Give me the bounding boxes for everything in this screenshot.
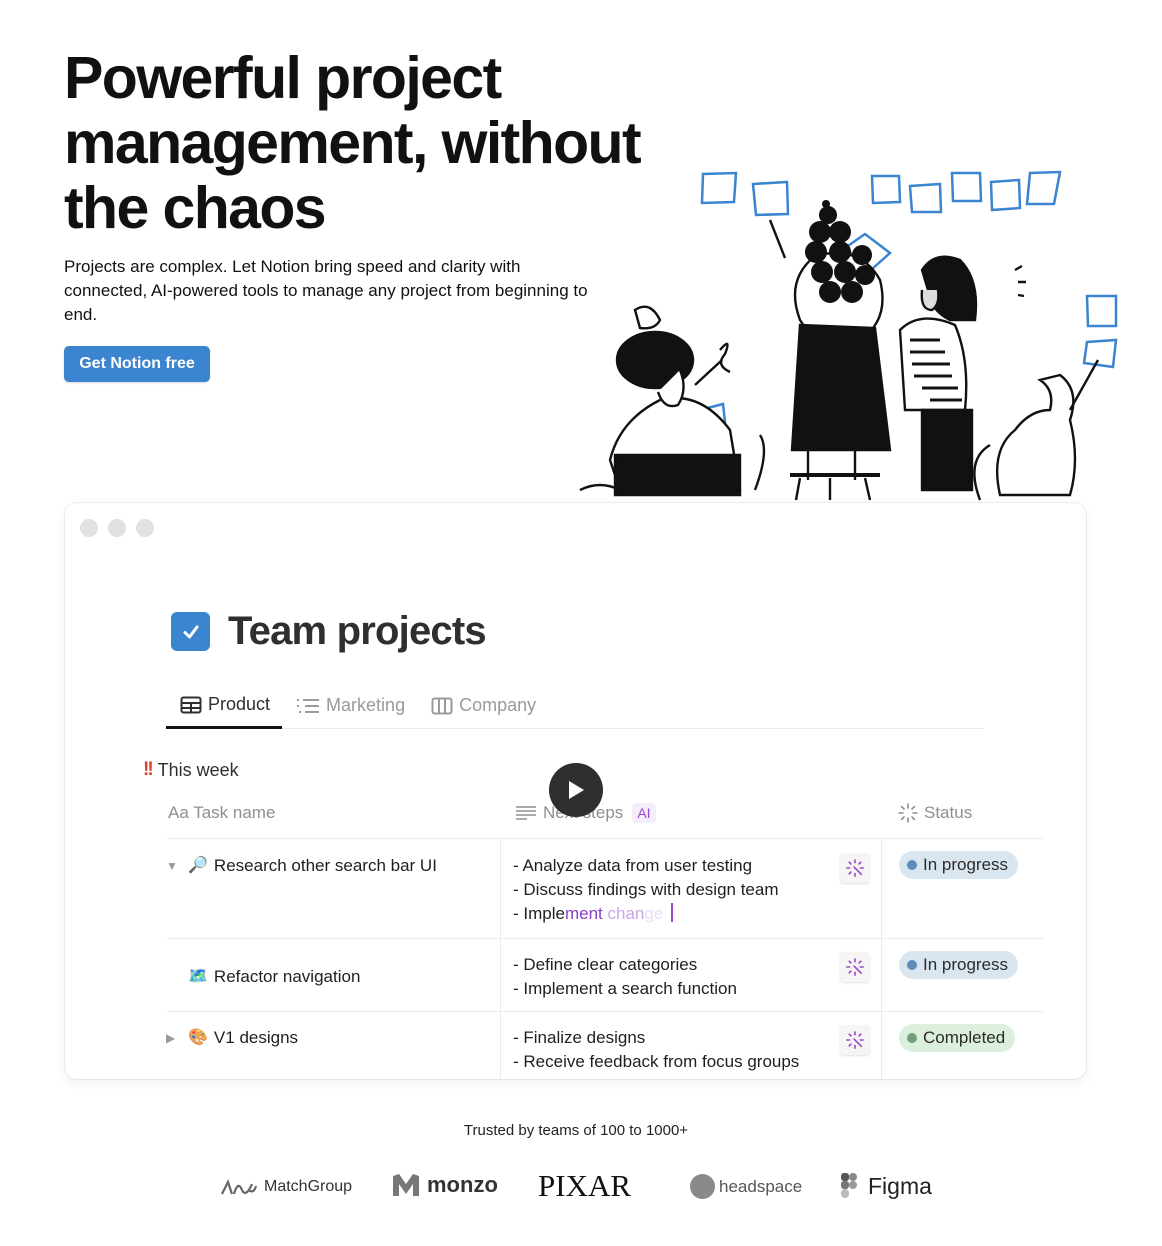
status-badge[interactable]: In progress <box>899 951 1019 979</box>
step-item: - Define clear categories <box>513 955 698 974</box>
next-steps-cell[interactable]: - Finalize designs - Receive feedback fr… <box>513 1026 799 1074</box>
play-video-button[interactable] <box>549 763 603 817</box>
step-item: - Receive feedback from focus groups <box>513 1052 800 1071</box>
ai-generate-button[interactable] <box>840 952 870 982</box>
divider <box>881 839 882 1079</box>
toggle-closed-icon[interactable]: ▶ <box>166 1026 188 1050</box>
typed-text: chan <box>607 904 645 923</box>
task-cell[interactable]: ▶ 🎨 V1 designs <box>166 1026 298 1050</box>
task-name: V1 designs <box>213 1028 299 1047</box>
double-exclamation-icon: !! <box>143 759 154 780</box>
tab-label: Company <box>459 695 537 715</box>
table-icon <box>180 696 202 713</box>
ai-generate-button[interactable] <box>840 1025 870 1055</box>
palette-icon: 🎨 <box>188 1029 208 1046</box>
next-steps-cell[interactable]: - Define clear categories - Implement a … <box>513 953 737 1001</box>
matchgroup-mark-icon <box>221 1179 258 1195</box>
step-item: - Discuss findings with design team <box>513 880 779 899</box>
customer-logos: MatchGroup monzo PIXAR headspace Figma <box>0 1168 1162 1208</box>
hero-subtitle: Projects are complex. Let Notion bring s… <box>64 257 588 324</box>
next-steps-cell[interactable]: - Analyze data from user testing - Discu… <box>513 854 779 926</box>
ai-sparkle-icon <box>846 1031 864 1049</box>
step-item: - Finalize designs <box>513 1028 646 1047</box>
get-notion-free-button[interactable]: Get Notion free <box>64 346 210 382</box>
logo-text: Figma <box>868 1172 932 1199</box>
tab-marketing[interactable]: Marketing <box>282 683 417 728</box>
logo-figma: Figma <box>840 1172 932 1200</box>
logo-monzo: monzo <box>391 1172 498 1198</box>
column-header-label: Status <box>924 803 973 822</box>
divider <box>167 1011 1044 1012</box>
page-title: Team projects <box>228 609 487 653</box>
task-cell[interactable]: ▼ 🔎 Research other search bar UI <box>166 854 437 878</box>
logo-text: MatchGroup <box>264 1178 353 1195</box>
figures <box>579 200 1100 501</box>
divider <box>167 938 1044 939</box>
status-dot <box>907 860 917 870</box>
ai-sparkle-icon <box>846 958 864 976</box>
status-label: In progress <box>923 955 1009 974</box>
page-header: Team projects <box>171 609 487 654</box>
tab-label: Product <box>208 694 271 714</box>
status-badge[interactable]: Completed <box>899 1024 1016 1052</box>
logo-headspace: headspace <box>690 1174 802 1199</box>
list-icon <box>297 698 320 713</box>
map-icon: 🗺️ <box>188 968 208 985</box>
headspace-dot-icon <box>690 1174 715 1199</box>
toggle-open-icon[interactable]: ▼ <box>166 854 188 878</box>
logo-text: PIXAR <box>538 1168 632 1203</box>
view-tabs: Product Marketing Company <box>166 683 984 729</box>
task-cell[interactable]: 🗺️ Refactor navigation <box>166 965 360 989</box>
status-label: In progress <box>923 855 1009 874</box>
checkbox-icon <box>171 612 210 651</box>
window-controls <box>80 519 154 537</box>
group-label: This week <box>157 759 239 780</box>
team-illustration <box>579 170 1118 501</box>
divider <box>500 839 501 1079</box>
task-name: Research other search bar UI <box>213 856 437 875</box>
figma-mark-icon <box>841 1173 857 1198</box>
logo-text: monzo <box>427 1172 498 1197</box>
step-item: - Implement a search function <box>513 979 737 998</box>
logo-text: headspace <box>719 1176 803 1196</box>
text-caret <box>671 903 674 922</box>
status-dot <box>907 1033 917 1043</box>
monzo-mark-icon <box>393 1174 419 1196</box>
column-header-task[interactable]: Aa Task name <box>168 803 275 823</box>
tab-label: Marketing <box>326 695 406 715</box>
status-label: Completed <box>923 1028 1006 1047</box>
typed-text: ment <box>564 904 608 923</box>
window-dot-close[interactable] <box>80 519 98 537</box>
column-header-status[interactable]: Status <box>898 803 972 823</box>
status-loader-icon <box>898 803 918 823</box>
tab-company[interactable]: Company <box>417 683 548 728</box>
group-header-this-week[interactable]: !! This week <box>143 759 239 781</box>
magnifier-icon: 🔎 <box>188 857 208 874</box>
window-dot-maximize[interactable] <box>136 519 154 537</box>
text-lines-icon <box>516 806 536 820</box>
logo-matchgroup: MatchGroup <box>220 1176 352 1198</box>
status-dot <box>907 960 917 970</box>
status-badge[interactable]: In progress <box>899 851 1019 879</box>
ai-sparkle-icon <box>846 859 864 877</box>
typed-text: ge <box>644 904 664 923</box>
demo-window: Team projects Product Marketing Company … <box>65 503 1086 1079</box>
ai-generate-button[interactable] <box>840 853 870 883</box>
ai-badge: AI <box>632 803 656 823</box>
divider <box>167 838 1044 839</box>
typed-text: - Imple <box>513 904 565 923</box>
window-dot-minimize[interactable] <box>108 519 126 537</box>
trusted-by-label: Trusted by teams of 100 to 1000+ <box>463 1122 689 1139</box>
tab-product[interactable]: Product <box>166 683 283 729</box>
step-item-typing: - Implement change <box>513 902 779 926</box>
step-item: - Analyze data from user testing <box>513 856 753 875</box>
play-icon <box>569 781 584 799</box>
column-header-label: Aa Task name <box>168 803 276 822</box>
logo-pixar: PIXAR <box>538 1168 631 1204</box>
board-icon <box>431 697 453 714</box>
task-name: Refactor navigation <box>213 967 361 986</box>
